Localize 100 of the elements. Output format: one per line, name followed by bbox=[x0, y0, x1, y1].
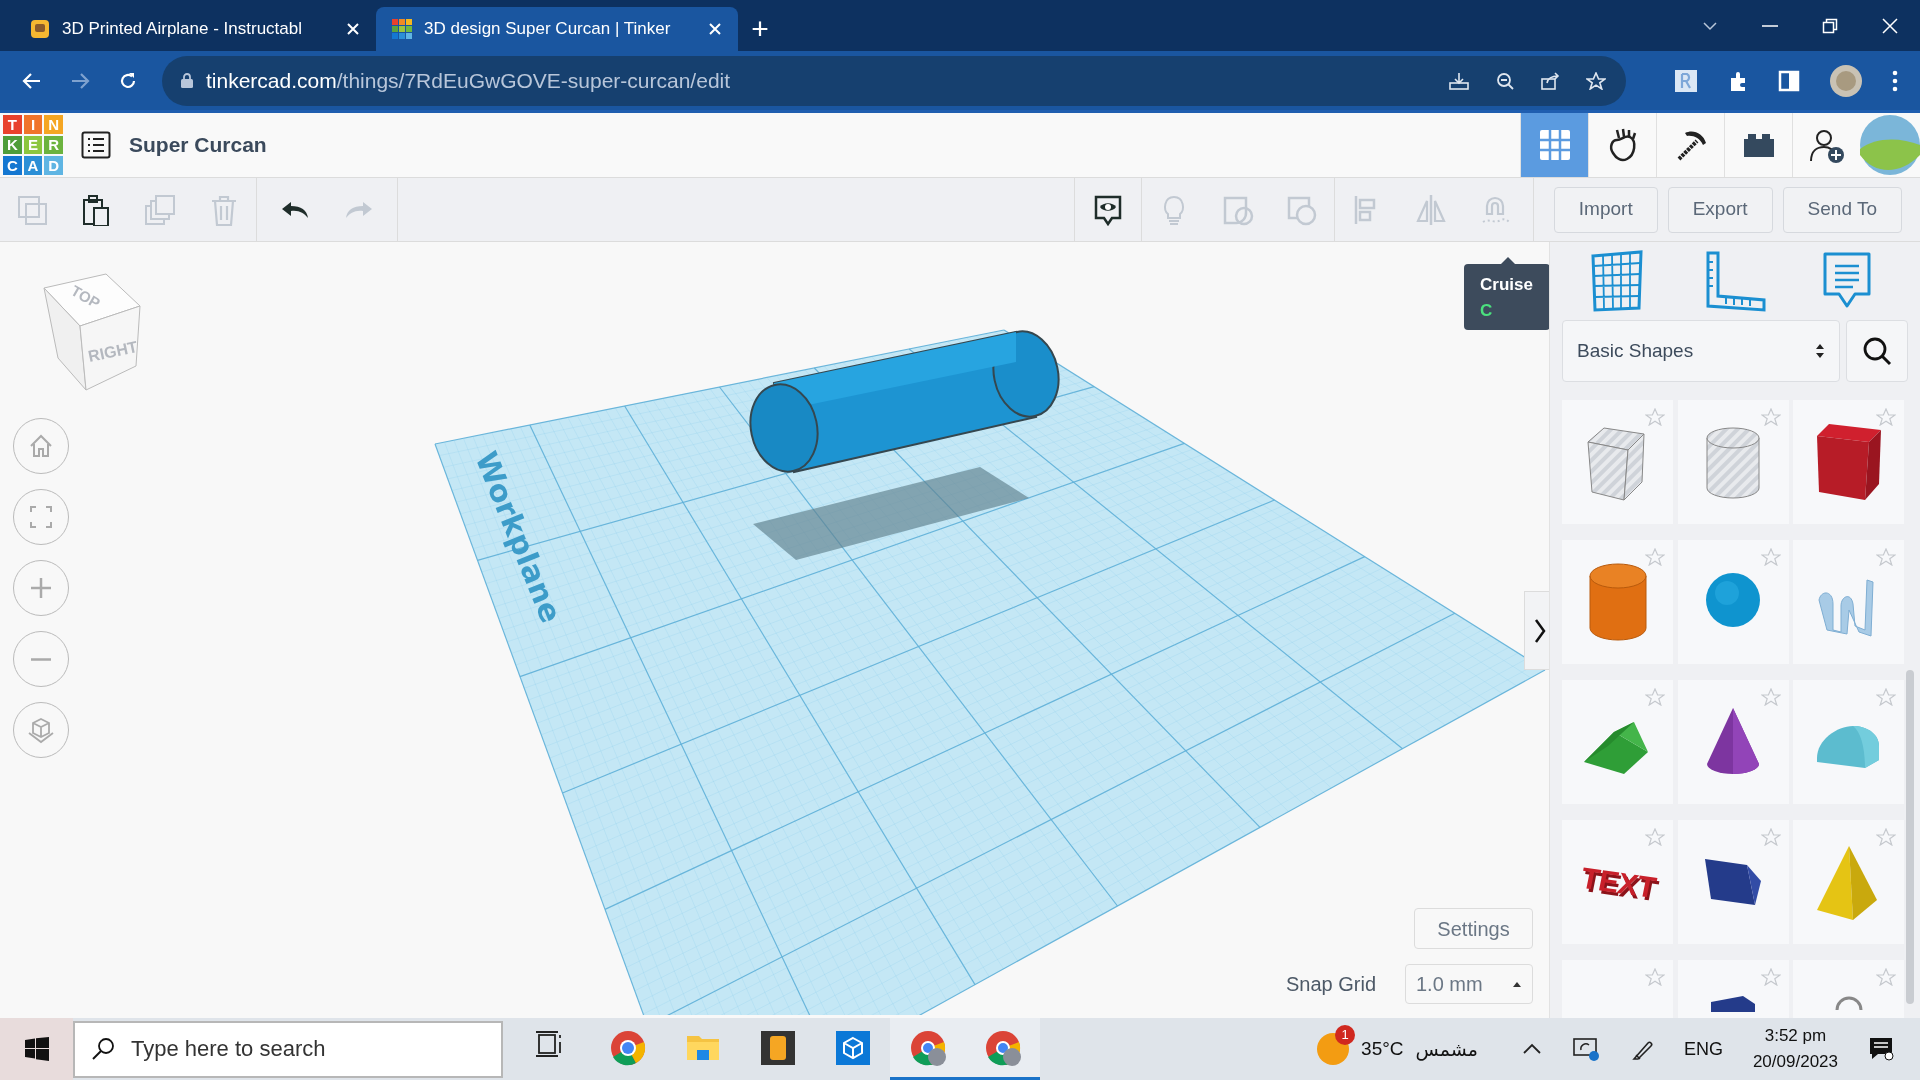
cylinder-drawing[interactable] bbox=[749, 330, 1060, 474]
chrome-icon bbox=[609, 1029, 646, 1066]
search-icon bbox=[1862, 336, 1893, 366]
windows-logo-icon bbox=[24, 1037, 49, 1061]
clock[interactable]: 3:52 pm 20/09/2023 bbox=[1752, 1023, 1838, 1075]
display-icon bbox=[1571, 1036, 1600, 1062]
chrome-profile-icon bbox=[909, 1029, 946, 1066]
window-control[interactable] bbox=[1762, 24, 1778, 27]
tile-app-icon bbox=[759, 1029, 796, 1066]
browser-tab[interactable]: 3D design Super Curcan | Tinker bbox=[376, 7, 738, 51]
search-button[interactable] bbox=[1846, 320, 1908, 382]
partial-prism-shape-icon bbox=[1711, 996, 1756, 1012]
home-button[interactable] bbox=[13, 418, 69, 474]
fit-button[interactable] bbox=[13, 489, 69, 545]
side-panel-icon bbox=[1778, 69, 1800, 92]
star-icon bbox=[1586, 71, 1606, 90]
language-indicator[interactable]: ENG bbox=[1683, 1035, 1723, 1063]
tinkercad-favicon-icon bbox=[392, 19, 412, 39]
puzzle-icon bbox=[1728, 69, 1748, 92]
star-icon bbox=[1876, 828, 1897, 846]
partial-ring-shape-icon bbox=[1834, 996, 1863, 1011]
cube-app-icon bbox=[834, 1029, 871, 1066]
star-icon bbox=[1876, 548, 1897, 566]
settings-button[interactable]: Settings bbox=[1414, 908, 1533, 949]
tab-title: 3D design Super Curcan | Tinker bbox=[424, 18, 672, 41]
tab-title: 3D Printed Airplane - Instructabl bbox=[62, 18, 303, 41]
zoom-in-button[interactable] bbox=[13, 560, 69, 616]
extension-icon bbox=[1674, 68, 1698, 93]
window-control[interactable] bbox=[1822, 17, 1838, 34]
window-control[interactable] bbox=[1882, 17, 1898, 34]
snap-grid-label: Snap Grid bbox=[1286, 972, 1377, 997]
chrome-profile-icon bbox=[984, 1029, 1021, 1066]
star-icon bbox=[1645, 828, 1665, 846]
notification-badge: 1 bbox=[1335, 1025, 1356, 1045]
robot-favicon-icon bbox=[30, 19, 50, 39]
star-icon bbox=[1760, 968, 1781, 986]
tooltip-title: Cruise bbox=[1480, 274, 1534, 296]
perspective-icon bbox=[27, 716, 55, 744]
design-list-button[interactable] bbox=[81, 131, 111, 159]
toolbar-button[interactable]: Export bbox=[1667, 186, 1773, 233]
star-icon bbox=[1760, 548, 1781, 566]
search-icon bbox=[91, 1036, 115, 1061]
prism-shape-icon bbox=[1705, 859, 1762, 905]
add-user-icon bbox=[1808, 127, 1845, 163]
weather-condition: مشمس bbox=[1415, 1036, 1478, 1063]
sort-caret-icon bbox=[1815, 343, 1826, 359]
time: 3:52 pm bbox=[1764, 1025, 1827, 1047]
zoom-out-button[interactable] bbox=[13, 631, 69, 687]
copy-icon bbox=[16, 193, 48, 226]
close-tab-button[interactable] bbox=[346, 22, 360, 36]
star-icon bbox=[1760, 408, 1781, 426]
ruler-icon bbox=[1704, 250, 1766, 312]
close-icon bbox=[1882, 17, 1898, 34]
collapse-panel-button[interactable] bbox=[1524, 591, 1549, 670]
paste-icon bbox=[80, 193, 112, 226]
shape-card[interactable]: TEXT bbox=[1562, 820, 1673, 944]
nav-button[interactable] bbox=[118, 70, 138, 91]
profile-avatar-icon bbox=[1830, 64, 1862, 97]
star-icon bbox=[1876, 968, 1897, 986]
star-icon bbox=[1876, 688, 1897, 706]
shape-card[interactable] bbox=[1677, 820, 1789, 944]
date: 20/09/2023 bbox=[1752, 1051, 1838, 1073]
design-title[interactable]: Super Curcan bbox=[129, 129, 267, 161]
close-tab-button[interactable] bbox=[708, 22, 722, 36]
lock-icon bbox=[180, 72, 194, 89]
shape-card[interactable] bbox=[1677, 680, 1789, 804]
fit-icon bbox=[27, 503, 55, 531]
back-icon bbox=[22, 70, 42, 91]
address-field[interactable]: tinkercad.com/things/7RdEuGwGOVE-super-curcan/edit bbox=[162, 55, 1626, 106]
reload-icon bbox=[118, 70, 138, 91]
perspective-button[interactable] bbox=[13, 702, 69, 758]
browser-tab[interactable]: 3D Printed Airplane - Instructabl bbox=[14, 7, 376, 51]
taskbar-search-field[interactable]: Type here to search bbox=[73, 1020, 503, 1078]
star-icon bbox=[1645, 408, 1665, 426]
tinkercad-logo[interactable]: T I N K E R C A D bbox=[3, 115, 63, 175]
new-tab-button[interactable]: + bbox=[738, 7, 782, 51]
shape-card[interactable] bbox=[1677, 960, 1789, 1018]
start-button[interactable] bbox=[0, 1018, 73, 1080]
star-icon bbox=[1645, 688, 1665, 706]
text-shape-label: TEXT bbox=[1580, 859, 1655, 906]
mirror-icon bbox=[1414, 193, 1447, 226]
nav-button[interactable] bbox=[22, 70, 42, 91]
ruler-tool-button[interactable] bbox=[1704, 250, 1766, 312]
caret-up-icon bbox=[1512, 980, 1522, 988]
shortcut-key: C bbox=[1480, 297, 1534, 323]
list-icon bbox=[81, 131, 111, 159]
url-text: tinkercad.com/things/7RdEuGwGOVE-super-curcan/edit bbox=[206, 67, 731, 94]
close-icon bbox=[346, 22, 360, 36]
cube-face-label: RIGHT bbox=[86, 337, 140, 367]
cube-face-label: TOP bbox=[67, 280, 105, 314]
menu-icon bbox=[1892, 69, 1898, 92]
toolbar-button[interactable]: Import bbox=[1553, 186, 1658, 233]
toolbar-button[interactable]: Send To bbox=[1782, 186, 1902, 233]
forward-icon bbox=[70, 70, 90, 91]
shape-card[interactable] bbox=[1793, 400, 1905, 524]
scrollbar-thumb[interactable] bbox=[1906, 670, 1914, 1004]
category-select[interactable]: Basic Shapes bbox=[1562, 320, 1841, 382]
snap-grid-select[interactable]: 1.0 mm bbox=[1405, 964, 1533, 1004]
star-icon bbox=[1760, 688, 1781, 706]
install-icon bbox=[1448, 70, 1470, 91]
